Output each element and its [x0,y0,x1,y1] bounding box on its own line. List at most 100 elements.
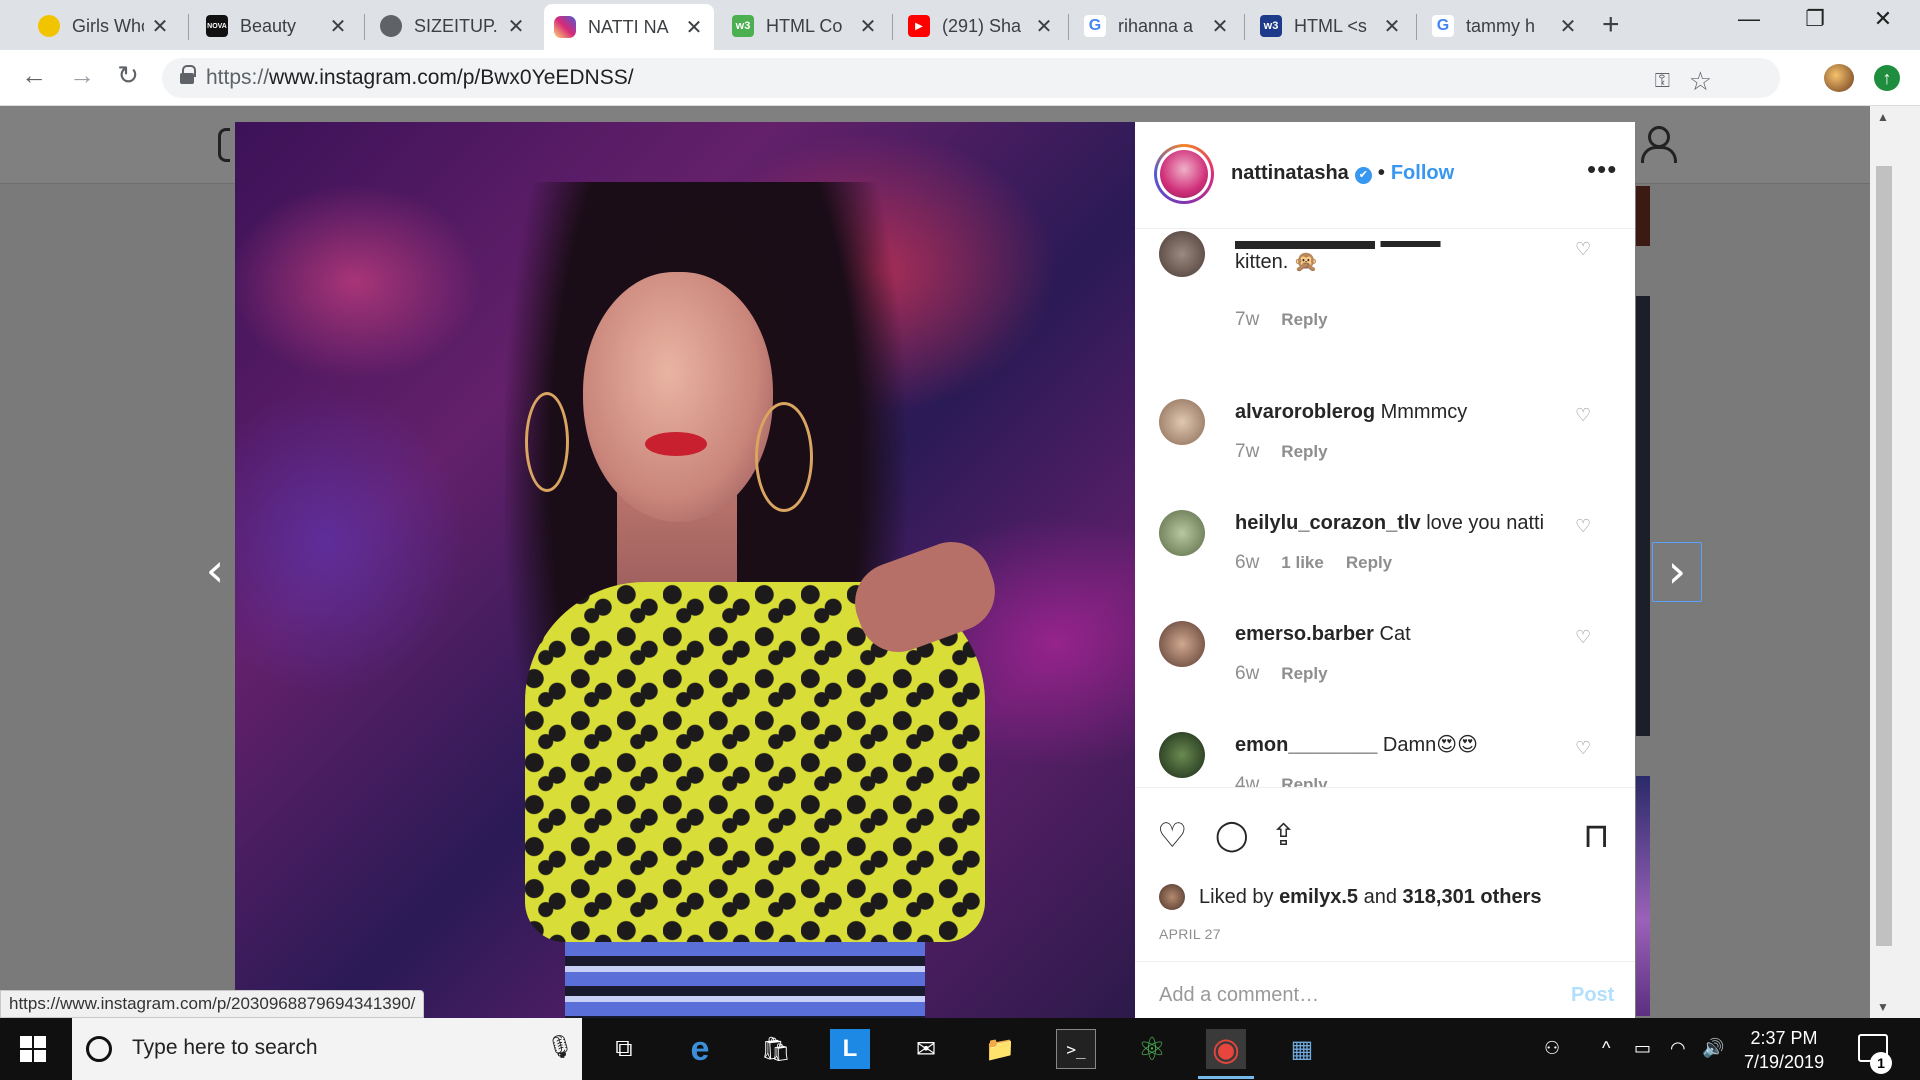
page-scrollbar[interactable]: ▲ ▼ [1870,106,1898,1018]
tab-tammy[interactable]: G tammy h ✕ [1422,6,1588,46]
post-photo[interactable] [235,122,1135,1018]
tray-chevron-icon[interactable]: ^ [1602,1038,1610,1059]
close-icon[interactable]: ✕ [1034,14,1054,39]
taskbar-search[interactable]: Type here to search 🎙 [72,1018,582,1080]
reply-button[interactable]: Reply [1281,664,1327,683]
close-icon[interactable]: ✕ [858,14,878,39]
comment-time[interactable]: 7w [1235,441,1259,462]
reply-button[interactable]: Reply [1281,775,1327,787]
system-clock[interactable]: 2:37 PM 7/19/2019 [1744,1026,1824,1074]
extension-avatar-icon[interactable] [1824,64,1854,92]
comment-like-heart-icon[interactable]: ♡ [1575,516,1591,537]
store-icon[interactable]: 🛍 [756,1029,796,1069]
close-icon[interactable]: ✕ [1210,14,1230,39]
likes-others-count[interactable]: 318,301 others [1403,886,1542,909]
liker-avatar[interactable] [1159,884,1185,910]
comment-username[interactable]: heilylu_corazon_tlv [1235,512,1421,534]
battery-icon[interactable]: ▭ [1634,1038,1651,1059]
author-username[interactable]: nattinatasha [1231,162,1349,184]
close-icon[interactable]: ✕ [506,14,526,39]
commenter-avatar[interactable] [1159,732,1205,778]
tab-html-s[interactable]: w3 HTML <s ✕ [1250,6,1412,46]
previous-post-arrow-icon[interactable]: ‹ [190,542,240,602]
comment-time[interactable]: 6w [1235,663,1259,684]
tab-html-color[interactable]: w3 HTML Co ✕ [722,6,888,46]
comment-like-heart-icon[interactable]: ♡ [1575,405,1591,426]
atom-icon[interactable]: ⚛ [1132,1029,1172,1069]
restore-button[interactable]: ❐ [1790,6,1840,32]
post-date[interactable]: APRIL 27 [1159,926,1221,942]
add-comment-input[interactable] [1159,980,1539,1010]
close-icon[interactable]: ✕ [1558,14,1578,39]
commenter-avatar[interactable] [1159,399,1205,445]
chrome-icon[interactable]: ◉ [1198,1029,1254,1079]
microphone-icon[interactable]: 🎙 [546,1034,574,1060]
comment-time[interactable]: 7w [1235,309,1259,330]
l-app-icon[interactable]: L [830,1029,870,1069]
reply-button[interactable]: Reply [1346,553,1392,572]
back-button[interactable]: ← [14,60,54,91]
commenter-avatar[interactable] [1159,231,1205,277]
next-post-arrow-icon[interactable]: › [1652,542,1702,602]
close-icon[interactable]: ✕ [684,15,704,40]
tab-girls-who[interactable]: Girls Who ✕ [28,6,180,46]
close-window-button[interactable]: ✕ [1858,6,1908,32]
volume-icon[interactable]: 🔊 [1702,1038,1724,1059]
commenter-avatar[interactable] [1159,510,1205,556]
new-tab-button[interactable]: + [1602,8,1620,42]
minimize-button[interactable]: — [1724,6,1774,32]
tab-rihanna[interactable]: G rihanna a ✕ [1074,6,1240,46]
bookmark-star-icon[interactable]: ☆ [1689,66,1712,97]
reload-button[interactable]: ↻ [108,60,148,91]
key-icon[interactable]: ⚿ [1655,70,1670,93]
close-icon[interactable]: ✕ [1382,14,1402,39]
comment-username[interactable]: alvaroroblerog [1235,401,1375,423]
tab-youtube[interactable]: ▶ (291) Sha ✕ [898,6,1064,46]
liker-username[interactable]: emilyx.5 [1279,886,1358,909]
edge-icon[interactable]: e [680,1029,720,1069]
commenter-avatar[interactable] [1159,621,1205,667]
terminal-icon[interactable]: >_ [1056,1029,1096,1069]
share-icon[interactable]: ⇪ [1271,818,1296,853]
wifi-icon[interactable]: ◠ [1670,1038,1686,1059]
author-avatar[interactable] [1154,144,1214,204]
cortana-icon[interactable] [86,1036,112,1062]
follow-button[interactable]: Follow [1391,162,1454,184]
mail-icon[interactable]: ✉ [906,1029,946,1069]
reply-button[interactable]: Reply [1281,442,1327,461]
close-icon[interactable]: ✕ [328,14,348,39]
comment-like-heart-icon[interactable]: ♡ [1575,738,1591,759]
tab-sizeitup[interactable]: SIZEITUP. ✕ [370,6,536,46]
scroll-down-icon[interactable]: ▼ [1877,1000,1889,1014]
task-view-icon[interactable]: ⧉ [604,1029,644,1069]
comment-like-heart-icon[interactable]: ♡ [1575,239,1591,260]
url-text[interactable]: https://www.instagram.com/p/Bwx0YeEDNSS/ [206,66,634,90]
reply-button[interactable]: Reply [1281,310,1327,329]
bookmark-icon[interactable]: ⊓ [1583,816,1610,856]
update-icon[interactable]: ↑ [1874,65,1900,91]
comment-likes-count[interactable]: 1 like [1281,553,1324,572]
comment-bubble-icon[interactable]: ◯ [1215,818,1249,853]
taskbar-search-placeholder[interactable]: Type here to search [132,1036,318,1060]
comment-username[interactable]: emerso.barber [1235,623,1374,645]
comments-list[interactable]: ▬▬▬▬▬▬▬ ▬▬▬ ▬▬▬▬▬▬▬ kitten. 🙊 7wReply ♡ … [1135,229,1635,787]
photos-icon[interactable]: ▦ [1282,1029,1322,1069]
comment-like-heart-icon[interactable]: ♡ [1575,627,1591,648]
close-icon[interactable]: ✕ [150,14,170,39]
scroll-up-icon[interactable]: ▲ [1877,110,1889,124]
scrollbar-thumb[interactable] [1876,166,1892,946]
tab-beauty[interactable]: NOVA Beauty ✕ [196,6,358,46]
file-explorer-icon[interactable]: 📁 [980,1029,1020,1069]
people-icon[interactable]: ⚇ [1544,1038,1560,1059]
windows-start-icon[interactable] [20,1036,46,1062]
comment-username[interactable]: emon________ [1235,734,1377,756]
address-bar[interactable]: https://www.instagram.com/p/Bwx0YeEDNSS/… [162,58,1780,98]
post-comment-button[interactable]: Post [1571,984,1614,1007]
comment-time[interactable]: 6w [1235,552,1259,573]
like-heart-icon[interactable]: ♡ [1157,816,1187,856]
forward-button[interactable]: → [62,60,102,91]
more-options-icon[interactable]: ••• [1587,154,1617,185]
tab-title: rihanna a [1118,15,1194,36]
tab-natti-active[interactable]: NATTI NA ✕ [544,4,714,50]
comment-time[interactable]: 4w [1235,774,1259,787]
